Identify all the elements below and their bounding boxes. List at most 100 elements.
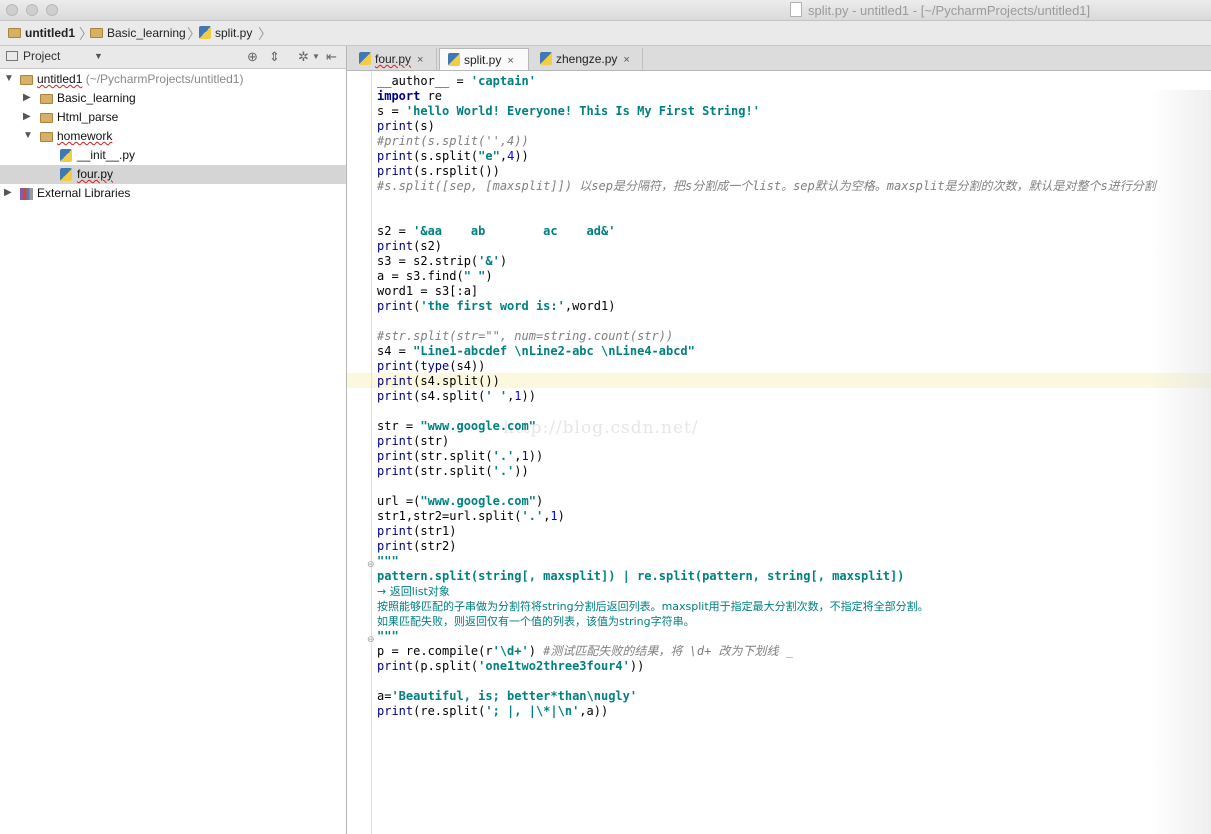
tab-zhengze-py[interactable]: zhengze.py × bbox=[531, 48, 643, 70]
code-line[interactable]: print(s.rsplit()) bbox=[377, 164, 1156, 179]
code-line[interactable]: """ bbox=[377, 554, 1156, 569]
code-text[interactable]: __author__ = 'captain' import re s = 'hell… bbox=[377, 74, 1156, 719]
editor-tabs: four.py × split.py × zhengze.py × bbox=[347, 46, 1211, 71]
tree-item-html-parse[interactable]: ▶ Html_parse bbox=[0, 108, 346, 127]
code-line[interactable]: print(str) bbox=[377, 434, 1156, 449]
code-line[interactable]: p = re.compile(r'\d+') #测试匹配失败的结果，将 \d+ … bbox=[377, 644, 1156, 659]
code-line[interactable]: import re bbox=[377, 89, 1156, 104]
chevron-right-icon[interactable]: ▶ bbox=[23, 92, 31, 103]
breadcrumb-item-folder[interactable]: Basic_learning bbox=[90, 26, 186, 40]
code-line[interactable]: ​ bbox=[377, 209, 1156, 224]
zoom-window-button[interactable] bbox=[46, 4, 58, 16]
project-view-icon bbox=[6, 51, 18, 61]
python-file-icon bbox=[60, 149, 76, 163]
code-line[interactable]: print(str1) bbox=[377, 524, 1156, 539]
code-line[interactable]: ​ bbox=[377, 674, 1156, 689]
code-line[interactable]: str1,str2=url.split('.',1) bbox=[377, 509, 1156, 524]
breadcrumb-item-file[interactable]: split.py bbox=[199, 26, 252, 40]
code-line[interactable]: print(type(s4)) bbox=[377, 359, 1156, 374]
code-line[interactable]: a = s3.find(" ") bbox=[377, 269, 1156, 284]
code-line[interactable]: print(s2) bbox=[377, 239, 1156, 254]
chevron-down-icon[interactable]: ▼ bbox=[312, 52, 320, 61]
tree-item-homework[interactable]: ▼ homework bbox=[0, 127, 346, 146]
code-line[interactable]: s2 = '&aa ab ac ad&' bbox=[377, 224, 1156, 239]
code-line[interactable]: print('the first word is:',word1) bbox=[377, 299, 1156, 314]
chevron-right-icon[interactable]: ▶ bbox=[4, 187, 12, 198]
tree-item-basic-learning[interactable]: ▶ Basic_learning bbox=[0, 89, 346, 108]
code-line[interactable]: s4 = "Line1-abcdef \nLine2-abc \nLine4-a… bbox=[377, 344, 1156, 359]
tree-item-init-py[interactable]: __init__.py bbox=[0, 146, 346, 165]
code-line[interactable]: ​ bbox=[377, 194, 1156, 209]
close-icon[interactable]: × bbox=[417, 54, 423, 66]
folder-icon bbox=[40, 111, 57, 125]
project-view-selector[interactable]: Project bbox=[6, 49, 60, 63]
code-line[interactable]: #str.split(str="", num=string.count(str)… bbox=[377, 329, 1156, 344]
chevron-down-icon[interactable]: ▼ bbox=[94, 51, 103, 61]
chevron-down-icon[interactable]: ▼ bbox=[4, 73, 14, 84]
folder-icon bbox=[40, 92, 57, 106]
folder-icon bbox=[40, 130, 57, 144]
code-line[interactable]: print(s.split("e",4)) bbox=[377, 149, 1156, 164]
gear-icon[interactable]: ✲ bbox=[298, 49, 309, 65]
folder-icon bbox=[8, 28, 21, 38]
code-line[interactable]: print(s) bbox=[377, 119, 1156, 134]
chevron-down-icon[interactable]: ▼ bbox=[23, 130, 33, 141]
code-line[interactable]: → 返回list对象 bbox=[377, 584, 1156, 599]
code-line[interactable]: print(str2) bbox=[377, 539, 1156, 554]
tree-item-four-py[interactable]: four.py bbox=[0, 165, 346, 184]
code-line[interactable]: ​ bbox=[377, 314, 1156, 329]
code-line[interactable]: s = 'hello World! Everyone! This Is My F… bbox=[377, 104, 1156, 119]
python-file-icon bbox=[199, 26, 211, 39]
code-line[interactable]: str = "www.google.com" bbox=[377, 419, 1156, 434]
code-line[interactable]: print(s4.split()) bbox=[377, 374, 1156, 389]
folder-icon bbox=[20, 73, 37, 87]
library-icon bbox=[20, 187, 33, 201]
gutter-divider bbox=[371, 71, 372, 834]
tree-item-external-libraries[interactable]: ▶ External Libraries bbox=[0, 184, 346, 203]
close-window-button[interactable] bbox=[6, 4, 18, 16]
code-line[interactable]: 如果匹配失败，则返回仅有一个值的列表，该值为string字符串。 bbox=[377, 614, 1156, 629]
title-bar: split.py - untitled1 - [~/PycharmProject… bbox=[0, 0, 1211, 21]
fold-marker-icon[interactable]: ⊖ bbox=[367, 559, 375, 570]
scroll-from-source-icon[interactable]: ⊕ bbox=[247, 49, 258, 65]
tree-item-untitled1[interactable]: ▼ untitled1 (~/PycharmProjects/untitled1… bbox=[0, 70, 346, 89]
breadcrumb-separator-icon: 〉 bbox=[258, 26, 272, 42]
code-line[interactable]: print(s4.split(' ',1)) bbox=[377, 389, 1156, 404]
code-line[interactable]: pattern.split(string[, maxsplit]) | re.s… bbox=[377, 569, 1156, 584]
code-line[interactable]: ​ bbox=[377, 404, 1156, 419]
code-line[interactable]: #s.split([sep, [maxsplit]]) 以sep是分隔符，把s分… bbox=[377, 179, 1156, 194]
code-line[interactable]: print(p.split('one1two2three3four4')) bbox=[377, 659, 1156, 674]
minimize-window-button[interactable] bbox=[26, 4, 38, 16]
tab-four-py[interactable]: four.py × bbox=[353, 48, 437, 70]
editor-right-shadow bbox=[1150, 90, 1211, 834]
hide-panel-icon[interactable]: ⇤ bbox=[326, 49, 337, 65]
python-file-icon bbox=[540, 52, 552, 65]
document-icon bbox=[790, 2, 802, 17]
project-panel: Project ▼ ⊕ ⇕ ✲ ▼ ⇤ ▼ untitled1 (~/Pycha… bbox=[0, 46, 347, 834]
code-line[interactable]: print(str.split('.')) bbox=[377, 464, 1156, 479]
close-icon[interactable]: × bbox=[623, 54, 629, 66]
breadcrumb-item-project[interactable]: untitled1 bbox=[8, 26, 75, 40]
code-line[interactable]: """ bbox=[377, 629, 1156, 644]
python-file-icon bbox=[60, 168, 76, 182]
close-icon[interactable]: × bbox=[507, 55, 513, 67]
code-line[interactable]: __author__ = 'captain' bbox=[377, 74, 1156, 89]
code-line[interactable]: word1 = s3[:a] bbox=[377, 284, 1156, 299]
code-line[interactable]: s3 = s2.strip('&') bbox=[377, 254, 1156, 269]
code-line[interactable]: ​ bbox=[377, 479, 1156, 494]
code-line[interactable]: print(str.split('.',1)) bbox=[377, 449, 1156, 464]
code-line[interactable]: a='Beautiful, is; better*than\nugly' bbox=[377, 689, 1156, 704]
code-line[interactable]: 按照能够匹配的子串做为分割符将string分割后返回列表。maxsplit用于指… bbox=[377, 599, 1156, 614]
tab-split-py[interactable]: split.py × bbox=[439, 48, 529, 70]
project-panel-header: Project ▼ ⊕ ⇕ ✲ ▼ ⇤ bbox=[0, 46, 346, 69]
collapse-all-icon[interactable]: ⇕ bbox=[269, 49, 280, 65]
code-line[interactable]: print(re.split('; |, |\*|\n',a)) bbox=[377, 704, 1156, 719]
folder-icon bbox=[90, 28, 103, 38]
fold-marker-icon[interactable]: ⊖ bbox=[367, 634, 375, 645]
breadcrumb: untitled1 〉 Basic_learning 〉 split.py 〉 bbox=[0, 21, 1211, 46]
code-line[interactable]: #print(s.split('',4)) bbox=[377, 134, 1156, 149]
chevron-right-icon[interactable]: ▶ bbox=[23, 111, 31, 122]
python-file-icon bbox=[448, 53, 460, 66]
code-line[interactable]: url =("www.google.com") bbox=[377, 494, 1156, 509]
python-file-icon bbox=[359, 52, 371, 65]
